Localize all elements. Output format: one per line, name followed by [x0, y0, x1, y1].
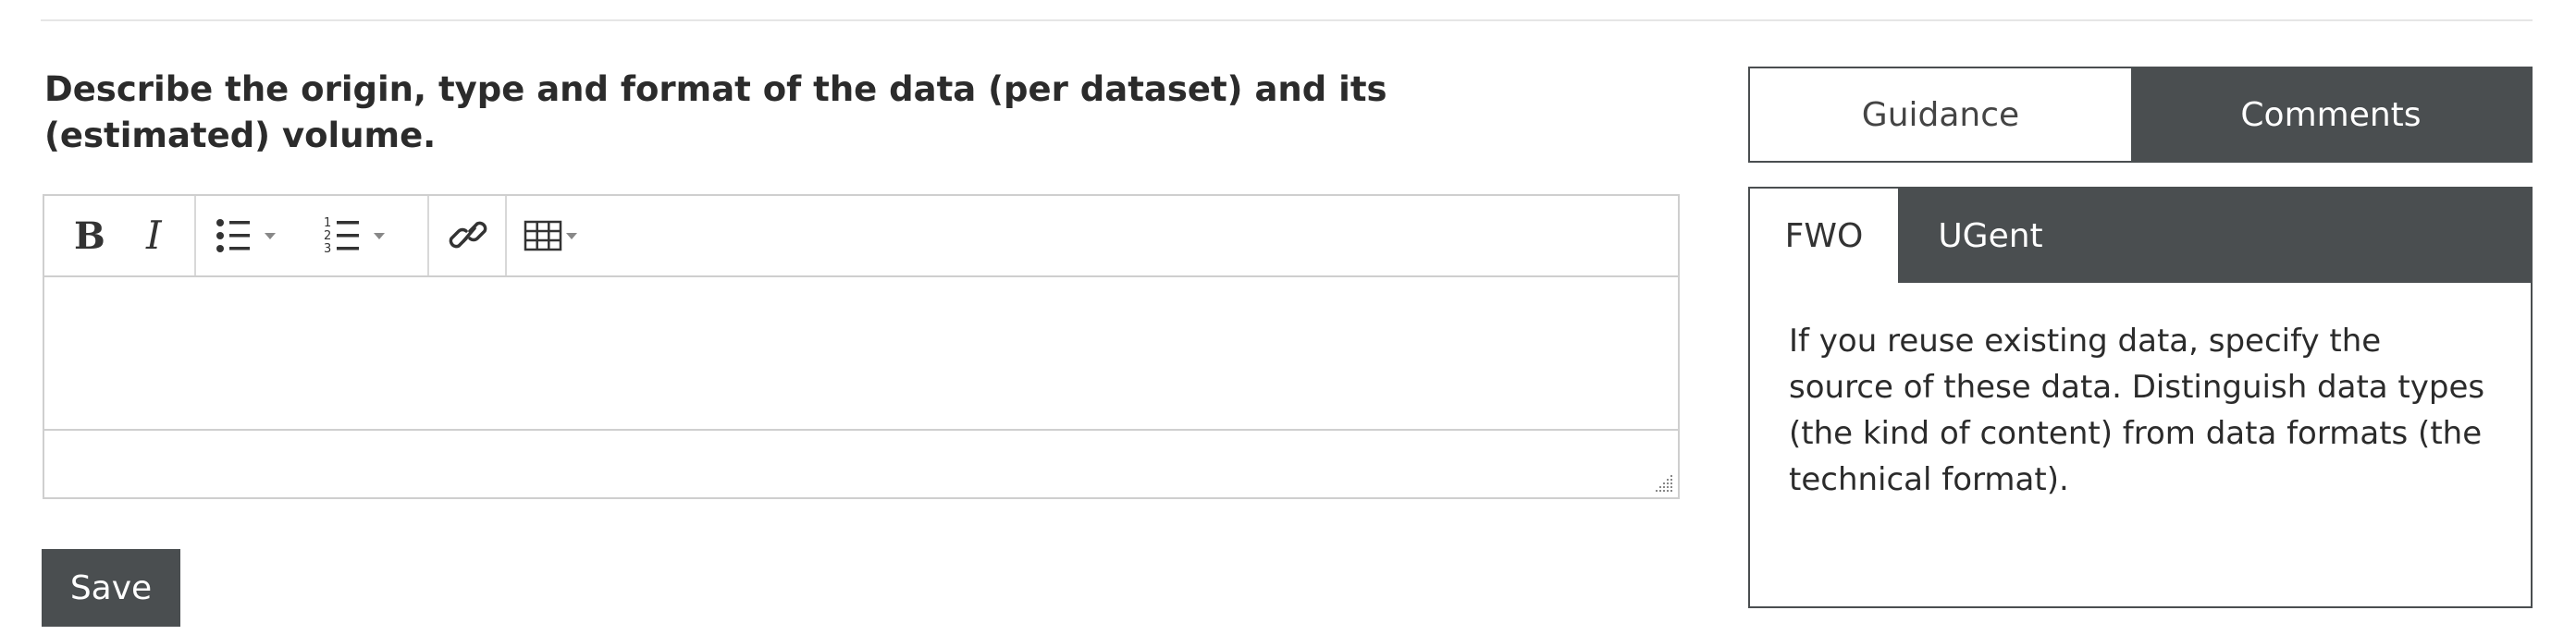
tab-guidance[interactable]: Guidance — [1750, 68, 2131, 161]
svg-text:I: I — [145, 213, 163, 258]
bold-button[interactable]: B — [63, 211, 109, 261]
guidance-comments-tabs: Guidance Comments — [1748, 67, 2533, 163]
numbered-list-icon: 1 2 3 — [324, 216, 385, 256]
top-divider — [41, 19, 2533, 21]
format-group: B I — [44, 196, 196, 275]
italic-button[interactable]: I — [133, 211, 179, 261]
comments-panel: FWO UGent If you reuse existing data, sp… — [1748, 187, 2533, 608]
italic-icon: I — [145, 213, 163, 258]
svg-text:3: 3 — [324, 242, 331, 256]
tab-fwo[interactable]: FWO — [1750, 189, 1898, 283]
tab-comments[interactable]: Comments — [2131, 68, 2531, 161]
editor-toolbar: B I 1 2 3 — [44, 196, 1678, 277]
svg-text:1: 1 — [324, 216, 331, 230]
svg-text:B: B — [74, 214, 105, 258]
organisation-tabs: FWO UGent — [1750, 189, 2531, 283]
bullet-list-button[interactable] — [213, 211, 305, 261]
table-group — [507, 196, 609, 275]
link-group — [429, 196, 507, 275]
svg-text:2: 2 — [324, 229, 331, 243]
list-group: 1 2 3 — [196, 196, 429, 275]
numbered-list-button[interactable]: 1 2 3 — [322, 211, 414, 261]
page: Describe the origin, type and format of … — [0, 0, 2576, 635]
save-button[interactable]: Save — [42, 549, 180, 627]
editor-status-bar — [44, 429, 1678, 497]
table-icon — [524, 220, 577, 251]
link-button[interactable] — [446, 211, 492, 261]
rich-text-editor: B I 1 2 3 — [43, 194, 1680, 499]
comment-text: If you reuse existing data, specify the … — [1789, 323, 2485, 498]
bullet-list-icon — [216, 219, 276, 252]
resize-handle-icon[interactable] — [1652, 471, 1674, 494]
table-button[interactable] — [522, 211, 596, 261]
tab-ugent[interactable]: UGent — [1898, 189, 2083, 283]
link-icon — [449, 221, 487, 249]
question-text: Describe the origin, type and format of … — [44, 69, 1387, 155]
bold-icon: B — [74, 214, 105, 258]
editor-content-area[interactable] — [44, 275, 1678, 433]
